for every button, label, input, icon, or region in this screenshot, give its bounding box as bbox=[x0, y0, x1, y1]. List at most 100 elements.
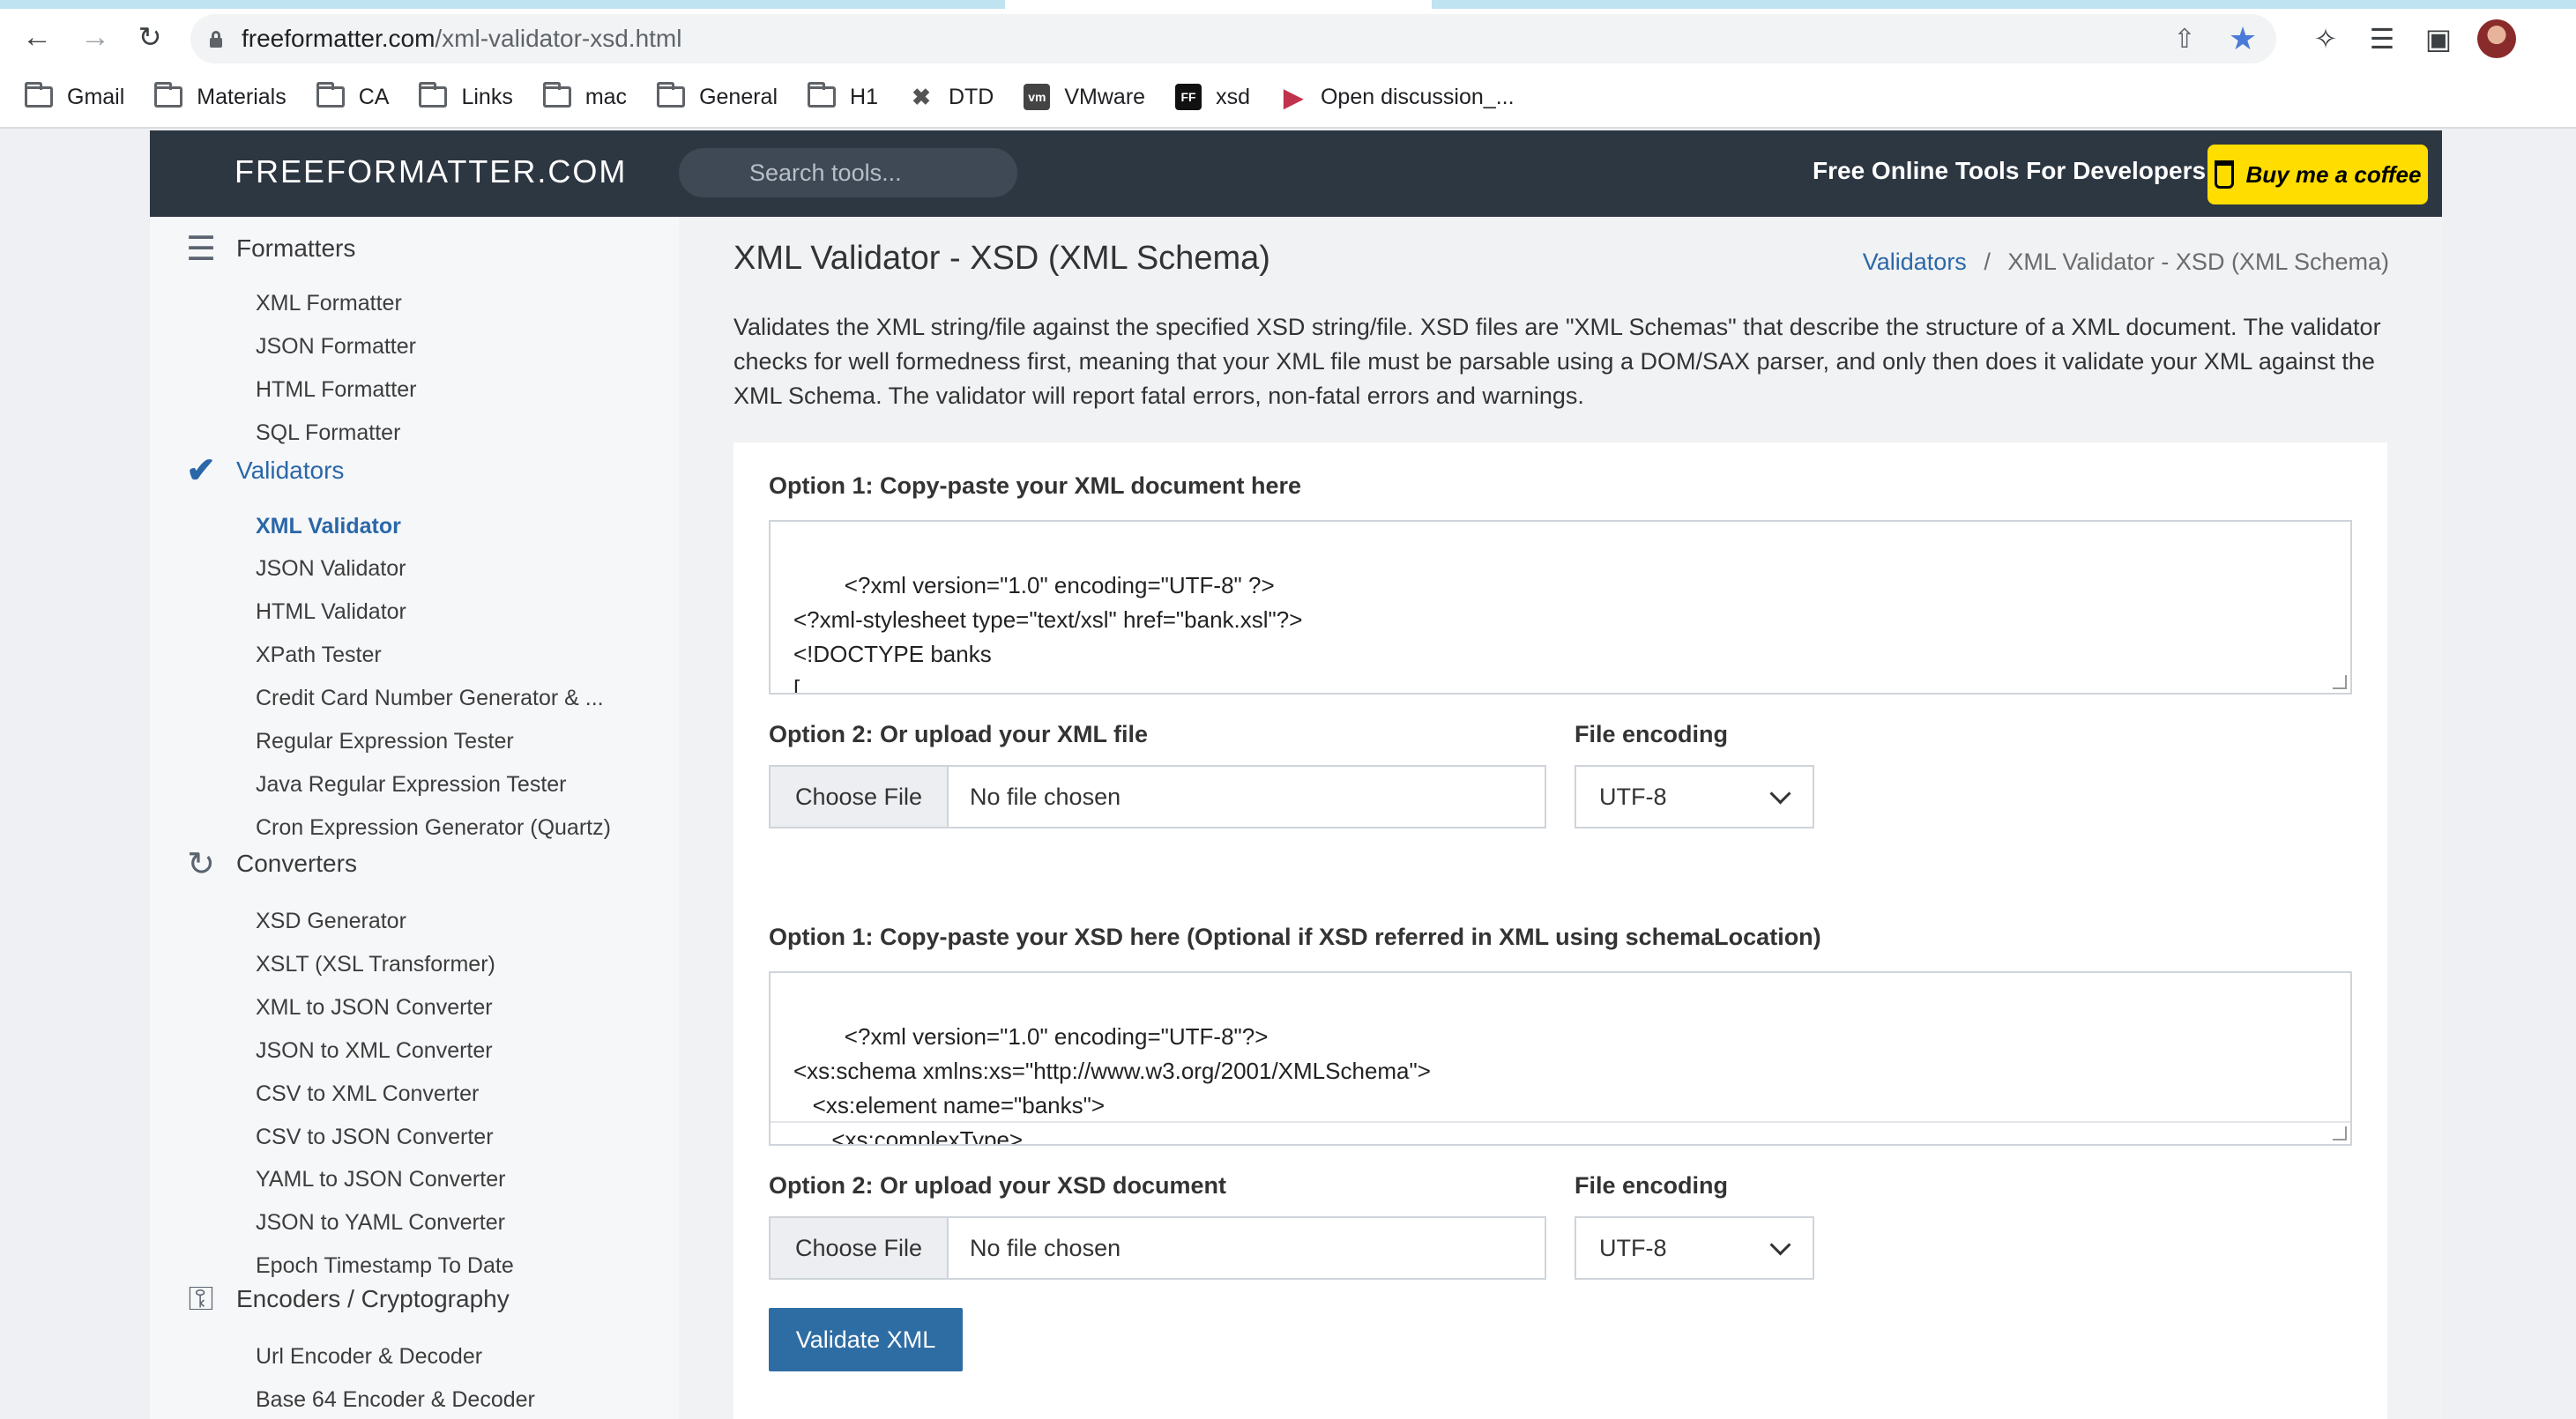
bookmarks-bar: Gmail Materials CA Links mac General H1 … bbox=[0, 67, 2576, 129]
sidebar-item-xml-to-json[interactable]: XML to JSON Converter bbox=[256, 995, 493, 1021]
coffee-cup-icon bbox=[2214, 160, 2234, 189]
buy-coffee-button[interactable]: Buy me a coffee bbox=[2207, 145, 2428, 204]
lock-icon[interactable] bbox=[210, 31, 222, 48]
bookmark-dtd[interactable]: ✖ DTD bbox=[908, 84, 994, 110]
folder-icon bbox=[25, 82, 53, 108]
bookmark-open-discussion[interactable]: ▶ Open discussion_... bbox=[1280, 83, 1514, 111]
bookmark-mac[interactable]: mac bbox=[542, 82, 627, 110]
sidebar-item-base64-encoder[interactable]: Base 64 Encoder & Decoder bbox=[256, 1387, 535, 1413]
sidebar-item-credit-card-generator[interactable]: Credit Card Number Generator & ... bbox=[256, 686, 604, 711]
sidebar-item-url-encoder[interactable]: Url Encoder & Decoder bbox=[256, 1344, 482, 1370]
xml-upload-label: Option 2: Or upload your XML file bbox=[769, 721, 1149, 747]
reload-icon[interactable]: ↻ bbox=[132, 19, 168, 55]
bookmark-materials[interactable]: Materials bbox=[154, 82, 287, 110]
sidebar-item-cron-generator[interactable]: Cron Expression Generator (Quartz) bbox=[256, 815, 611, 841]
breadcrumb-validators-link[interactable]: Validators bbox=[1863, 249, 1967, 275]
chevron-down-icon bbox=[1769, 782, 1791, 805]
xml-textarea[interactable]: <?xml version="1.0" encoding="UTF-8" ?> … bbox=[769, 520, 2352, 695]
bookmark-vmware[interactable]: vm VMware bbox=[1024, 84, 1145, 110]
media-icon[interactable]: ☰ bbox=[2363, 19, 2401, 58]
xsd-upload-label: Option 2: Or upload your XSD document bbox=[769, 1172, 1227, 1199]
ff-icon: FF bbox=[1175, 84, 1202, 110]
back-icon[interactable]: ← bbox=[19, 19, 55, 55]
bookmark-links[interactable]: Links bbox=[419, 82, 513, 110]
side-panel-icon[interactable]: ▣ bbox=[2419, 19, 2458, 58]
forward-icon[interactable]: → bbox=[78, 19, 113, 55]
folder-icon bbox=[542, 82, 571, 108]
site-logo[interactable]: FREEFORMATTER.COM bbox=[235, 153, 627, 190]
sidebar-item-yaml-to-json[interactable]: YAML to JSON Converter bbox=[256, 1167, 505, 1192]
address-bar[interactable]: freeformatter.com/xml-validator-xsd.html… bbox=[190, 14, 2276, 63]
sidebar-item-java-regex-tester[interactable]: Java Regular Expression Tester bbox=[256, 772, 567, 798]
xml-encoding-label: File encoding bbox=[1575, 721, 1729, 747]
xsd-file-input[interactable]: Choose File No file chosen bbox=[769, 1216, 1546, 1280]
sidebar-item-csv-to-json[interactable]: CSV to JSON Converter bbox=[256, 1125, 494, 1150]
bookmark-star-icon[interactable]: ★ bbox=[2225, 20, 2260, 56]
folder-icon bbox=[419, 82, 448, 108]
resize-handle-icon[interactable] bbox=[2333, 1126, 2347, 1140]
sidebar-category-converters[interactable]: ↻ Converters bbox=[183, 845, 357, 883]
dtd-icon: ✖ bbox=[912, 83, 931, 110]
tab-strip-left bbox=[0, 0, 1005, 9]
browser-toolbar: ← → ↻ freeformatter.com/xml-validator-xs… bbox=[0, 0, 2576, 67]
xml-encoding-select[interactable]: UTF-8 bbox=[1575, 765, 1814, 828]
site-search-input[interactable]: Search tools... bbox=[679, 148, 1017, 197]
xsd-encoding-value: UTF-8 bbox=[1599, 1234, 1667, 1261]
sidebar-item-csv-to-xml[interactable]: CSV to XML Converter bbox=[256, 1081, 479, 1107]
bookmark-general[interactable]: General bbox=[657, 82, 778, 110]
sidebar-category-encoders[interactable]: ⚿ Encoders / Cryptography bbox=[183, 1281, 510, 1318]
xml-encoding-value: UTF-8 bbox=[1599, 783, 1667, 810]
xml-file-input[interactable]: Choose File No file chosen bbox=[769, 765, 1546, 828]
sidebar-item-xslt[interactable]: XSLT (XSL Transformer) bbox=[256, 952, 495, 977]
breadcrumb: Validators / XML Validator - XSD (XML Sc… bbox=[1863, 249, 2389, 276]
sidebar-item-xsd-generator[interactable]: XSD Generator bbox=[256, 909, 406, 934]
breadcrumb-current: XML Validator - XSD (XML Schema) bbox=[2007, 249, 2389, 275]
xsd-paste-label: Option 1: Copy-paste your XSD here (Opti… bbox=[769, 924, 1821, 950]
share-icon[interactable]: ⇧ bbox=[2167, 21, 2202, 56]
sidebar-item-json-to-xml[interactable]: JSON to XML Converter bbox=[256, 1038, 493, 1064]
sidebar-item-xml-formatter[interactable]: XML Formatter bbox=[256, 291, 402, 316]
vmware-icon: vm bbox=[1024, 84, 1051, 110]
sidebar-nav: ☰ Formatters XML Formatter JSON Formatte… bbox=[150, 217, 679, 1419]
sidebar-item-regex-tester[interactable]: Regular Expression Tester bbox=[256, 729, 514, 754]
xml-textarea-content: <?xml version="1.0" encoding="UTF-8" ?> … bbox=[793, 572, 1303, 695]
xsd-file-name: No file chosen bbox=[970, 1234, 1121, 1261]
refresh-icon: ↻ bbox=[187, 845, 215, 883]
play-icon: ▶ bbox=[1284, 83, 1303, 111]
bookmark-xsd[interactable]: FF xsd bbox=[1175, 84, 1250, 110]
chevron-down-icon bbox=[1769, 1233, 1791, 1256]
resize-handle-icon[interactable] bbox=[2333, 675, 2347, 689]
site-header: FREEFORMATTER.COM Search tools... Free O… bbox=[150, 130, 2442, 217]
extensions-icon[interactable]: ✧ bbox=[2306, 19, 2345, 58]
xsd-choose-file-button[interactable]: Choose File bbox=[771, 1218, 949, 1278]
url-text: freeformatter.com/xml-validator-xsd.html bbox=[242, 25, 682, 52]
sidebar-category-validators[interactable]: ✔ Validators bbox=[183, 451, 344, 490]
main-content: XML Validator - XSD (XML Schema) Validat… bbox=[679, 217, 2442, 1419]
bookmark-ca[interactable]: CA bbox=[316, 82, 389, 110]
sidebar-item-html-validator[interactable]: HTML Validator bbox=[256, 599, 406, 625]
bookmark-h1[interactable]: H1 bbox=[808, 82, 878, 110]
tab-strip-right bbox=[1432, 0, 2576, 9]
validate-xml-button[interactable]: Validate XML bbox=[769, 1308, 963, 1371]
sidebar-item-html-formatter[interactable]: HTML Formatter bbox=[256, 377, 416, 403]
validator-form: Option 1: Copy-paste your XML document h… bbox=[733, 442, 2387, 1419]
xml-paste-label: Option 1: Copy-paste your XML document h… bbox=[769, 472, 1302, 499]
sidebar-item-json-validator[interactable]: JSON Validator bbox=[256, 556, 406, 582]
bookmark-gmail[interactable]: Gmail bbox=[25, 82, 124, 110]
profile-avatar[interactable] bbox=[2477, 19, 2516, 58]
sidebar-item-xml-validator[interactable]: XML Validator bbox=[256, 514, 401, 539]
sidebar-item-sql-formatter[interactable]: SQL Formatter bbox=[256, 420, 400, 446]
xsd-encoding-select[interactable]: UTF-8 bbox=[1575, 1216, 1814, 1280]
xml-choose-file-button[interactable]: Choose File bbox=[771, 767, 949, 827]
folder-icon bbox=[657, 82, 686, 108]
sidebar-item-xpath-tester[interactable]: XPath Tester bbox=[256, 643, 382, 668]
sidebar-item-json-formatter[interactable]: JSON Formatter bbox=[256, 334, 416, 360]
buy-coffee-label: Buy me a coffee bbox=[2245, 160, 2422, 188]
xsd-textarea[interactable]: <?xml version="1.0" encoding="UTF-8"?> <… bbox=[769, 971, 2352, 1146]
xml-file-name: No file chosen bbox=[970, 783, 1121, 810]
sidebar-item-json-to-yaml[interactable]: JSON to YAML Converter bbox=[256, 1210, 505, 1236]
xsd-textarea-content: <?xml version="1.0" encoding="UTF-8"?> <… bbox=[793, 1023, 1431, 1146]
sidebar-item-epoch-timestamp[interactable]: Epoch Timestamp To Date bbox=[256, 1253, 514, 1279]
folder-icon bbox=[808, 82, 837, 108]
sidebar-category-formatters[interactable]: ☰ Formatters bbox=[183, 231, 355, 268]
